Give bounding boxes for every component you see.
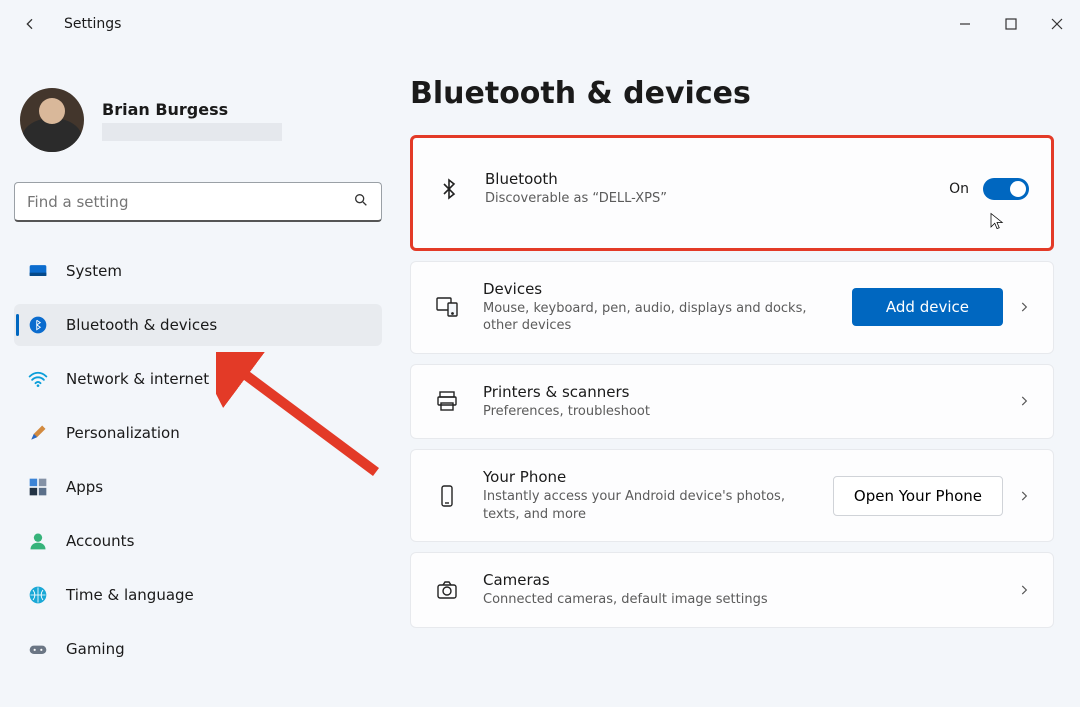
sidebar-item-system[interactable]: System xyxy=(14,250,382,292)
bluetooth-subtitle: Discoverable as “DELL-XPS” xyxy=(485,190,927,208)
bluetooth-icon xyxy=(28,315,48,335)
open-your-phone-button[interactable]: Open Your Phone xyxy=(833,476,1003,516)
wifi-icon xyxy=(28,369,48,389)
profile-email-redacted xyxy=(102,123,282,141)
paintbrush-icon xyxy=(28,423,48,443)
chevron-right-icon xyxy=(1017,583,1031,597)
phone-title: Your Phone xyxy=(483,468,811,486)
profile-block[interactable]: Brian Burgess xyxy=(14,48,382,182)
sidebar-item-personalization[interactable]: Personalization xyxy=(14,412,382,454)
sidebar-item-apps[interactable]: Apps xyxy=(14,466,382,508)
printer-icon xyxy=(433,389,461,413)
sidebar-item-time-language[interactable]: Time & language xyxy=(14,574,382,616)
bluetooth-state-label: On xyxy=(949,181,969,197)
nav-label: Apps xyxy=(66,478,103,496)
search-box[interactable] xyxy=(14,182,382,222)
bluetooth-icon xyxy=(435,177,463,201)
sidebar-item-network[interactable]: Network & internet xyxy=(14,358,382,400)
maximize-button[interactable] xyxy=(988,4,1034,44)
minimize-button[interactable] xyxy=(942,4,988,44)
nav-label: Gaming xyxy=(66,640,125,658)
main-content: Bluetooth & devices Bluetooth Discoverab… xyxy=(410,48,1080,707)
add-device-button[interactable]: Add device xyxy=(852,288,1003,326)
nav-label: Personalization xyxy=(66,424,180,442)
titlebar: Settings xyxy=(0,0,1080,48)
printers-subtitle: Preferences, troubleshoot xyxy=(483,403,995,421)
devices-card[interactable]: Devices Mouse, keyboard, pen, audio, dis… xyxy=(410,261,1054,354)
cameras-title: Cameras xyxy=(483,571,995,589)
nav-label: Bluetooth & devices xyxy=(66,316,217,334)
person-icon xyxy=(28,531,48,551)
devices-icon xyxy=(433,295,461,319)
sidebar-item-bluetooth-devices[interactable]: Bluetooth & devices xyxy=(14,304,382,346)
cameras-subtitle: Connected cameras, default image setting… xyxy=(483,591,995,609)
gamepad-icon xyxy=(28,639,48,659)
close-button[interactable] xyxy=(1034,4,1080,44)
sidebar-item-accounts[interactable]: Accounts xyxy=(14,520,382,562)
devices-subtitle: Mouse, keyboard, pen, audio, displays an… xyxy=(483,300,830,335)
chevron-right-icon xyxy=(1017,394,1031,408)
nav-label: Time & language xyxy=(66,586,194,604)
sidebar-item-gaming[interactable]: Gaming xyxy=(14,628,382,670)
apps-icon xyxy=(28,477,48,497)
chevron-right-icon xyxy=(1017,489,1031,503)
window-controls xyxy=(942,4,1080,44)
camera-icon xyxy=(433,578,461,602)
system-icon xyxy=(28,261,48,281)
nav-label: System xyxy=(66,262,122,280)
devices-title: Devices xyxy=(483,280,830,298)
bluetooth-title: Bluetooth xyxy=(485,170,927,188)
window-title: Settings xyxy=(64,16,121,32)
page-title: Bluetooth & devices xyxy=(410,76,1054,111)
nav-label: Network & internet xyxy=(66,370,209,388)
profile-name: Brian Burgess xyxy=(102,100,282,119)
nav-list: System Bluetooth & devices Network & int… xyxy=(14,250,382,670)
printers-title: Printers & scanners xyxy=(483,383,995,401)
search-input[interactable] xyxy=(27,193,353,211)
back-button[interactable] xyxy=(18,12,42,36)
chevron-right-icon xyxy=(1017,300,1031,314)
your-phone-card[interactable]: Your Phone Instantly access your Android… xyxy=(410,449,1054,542)
bluetooth-card[interactable]: Bluetooth Discoverable as “DELL-XPS” On xyxy=(410,135,1054,251)
phone-subtitle: Instantly access your Android device's p… xyxy=(483,488,811,523)
printers-card[interactable]: Printers & scanners Preferences, trouble… xyxy=(410,364,1054,440)
cameras-card[interactable]: Cameras Connected cameras, default image… xyxy=(410,552,1054,628)
search-icon xyxy=(353,192,369,212)
avatar xyxy=(20,88,84,152)
sidebar: Brian Burgess System Bluetooth & devices… xyxy=(0,48,410,707)
bluetooth-toggle[interactable] xyxy=(983,178,1029,200)
phone-icon xyxy=(433,484,461,508)
clock-globe-icon xyxy=(28,585,48,605)
nav-label: Accounts xyxy=(66,532,134,550)
